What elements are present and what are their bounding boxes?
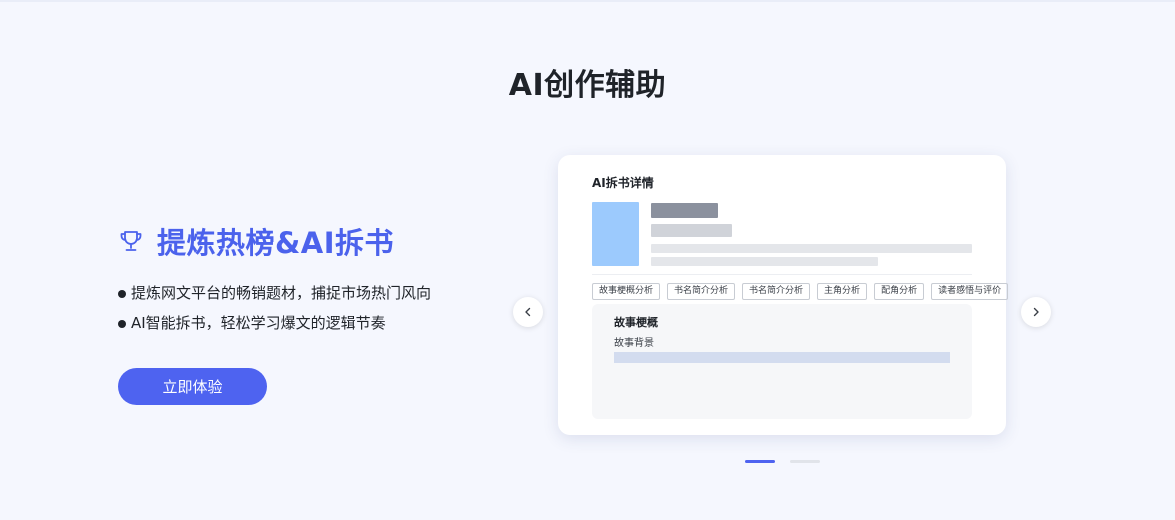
try-now-button[interactable]: 立即体验 bbox=[118, 368, 267, 405]
carousel-next-button[interactable] bbox=[1021, 297, 1051, 327]
carousel-dot[interactable] bbox=[745, 460, 775, 463]
analysis-panel: 故事梗概 故事背景 bbox=[592, 304, 972, 419]
panel-title: 故事梗概 bbox=[614, 316, 658, 329]
trophy-icon bbox=[118, 228, 144, 254]
carousel-indicators bbox=[745, 460, 820, 463]
tab-story-summary[interactable]: 故事梗概分析 bbox=[592, 283, 661, 300]
book-cover-placeholder bbox=[592, 202, 639, 266]
feature-title: 提炼热榜&AI拆书 bbox=[157, 226, 395, 260]
feature-bullet-list: 提炼网文平台的畅销题材，捕捉市场热门风向 AI智能拆书，轻松学习爆文的逻辑节奏 bbox=[118, 278, 518, 338]
section-title: AI创作辅助 bbox=[508, 68, 667, 103]
card-title: AI拆书详情 bbox=[592, 176, 654, 190]
tab-title-intro[interactable]: 书名简介分析 bbox=[667, 283, 736, 300]
book-title-placeholder bbox=[651, 203, 718, 218]
book-desc-placeholder bbox=[651, 257, 878, 266]
chevron-right-icon bbox=[1033, 307, 1039, 317]
book-desc-placeholder bbox=[651, 244, 972, 253]
carousel-dot[interactable] bbox=[790, 460, 820, 463]
feature-bullet: AI智能拆书，轻松学习爆文的逻辑节奏 bbox=[118, 308, 518, 338]
panel-text-placeholder bbox=[614, 352, 950, 363]
carousel-prev-button[interactable] bbox=[513, 297, 543, 327]
top-divider bbox=[0, 0, 1175, 2]
card-divider bbox=[592, 274, 972, 275]
tab-reader-reviews[interactable]: 读者感悟与评价 bbox=[931, 283, 1009, 300]
feature-block: 提炼热榜&AI拆书 提炼网文平台的畅销题材，捕捉市场热门风向 AI智能拆书，轻松… bbox=[118, 220, 518, 338]
book-analysis-card: AI拆书详情 故事梗概分析 书名简介分析 书名简介分析 主角分析 配角分析 读者… bbox=[558, 155, 1009, 435]
feature-bullet: 提炼网文平台的畅销题材，捕捉市场热门风向 bbox=[118, 278, 518, 308]
feature-header: 提炼热榜&AI拆书 bbox=[118, 220, 518, 262]
book-author-placeholder bbox=[651, 224, 732, 237]
tab-protagonist[interactable]: 主角分析 bbox=[817, 283, 868, 300]
panel-subtitle: 故事背景 bbox=[614, 338, 654, 349]
tab-title-intro-2[interactable]: 书名简介分析 bbox=[742, 283, 811, 300]
analysis-tabs: 故事梗概分析 书名简介分析 书名简介分析 主角分析 配角分析 读者感悟与评价 bbox=[592, 283, 1009, 300]
tab-supporting-roles[interactable]: 配角分析 bbox=[874, 283, 925, 300]
chevron-left-icon bbox=[525, 307, 531, 317]
